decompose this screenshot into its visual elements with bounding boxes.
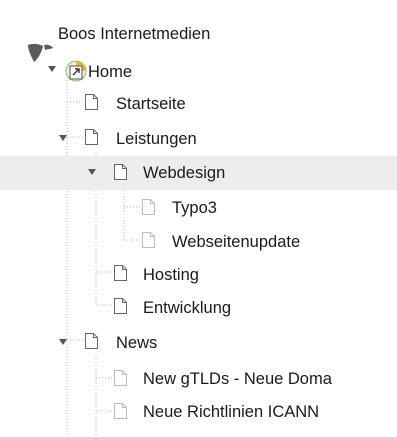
chevron-down-icon[interactable] [58, 134, 68, 142]
tree-root-label: Boos Internetmedien [58, 25, 211, 43]
tree-item-webdesign[interactable]: Webdesign [0, 156, 397, 190]
page-icon [114, 164, 127, 180]
tree-item-leistungen[interactable]: Leistungen [0, 122, 397, 156]
tree-item-label: Typo3 [172, 199, 217, 217]
tree-item-label: Startseite [116, 95, 186, 113]
tree-item-startseite[interactable]: Startseite [0, 88, 397, 122]
tree-item-label: New gTLDs - Neue Doma [143, 370, 332, 388]
page-icon [85, 333, 98, 349]
tree-item-label: Leistungen [116, 130, 197, 148]
tree-item-label: Home [88, 63, 133, 81]
page-hidden-icon [114, 370, 127, 386]
chevron-down-icon[interactable] [47, 65, 57, 73]
tree-item-label: Entwicklung [143, 299, 232, 317]
chevron-down-icon[interactable] [58, 338, 68, 346]
tree-item-new-gtlds[interactable]: New gTLDs - Neue Doma [0, 362, 397, 396]
page-icon [114, 298, 127, 314]
tree-item-hosting[interactable]: Hosting [0, 258, 397, 292]
page-hidden-icon [114, 403, 127, 419]
tree-item-typo3[interactable]: Typo3 [0, 192, 397, 226]
chevron-down-icon[interactable] [87, 168, 97, 176]
home-page-icon [65, 60, 87, 82]
tree-item-news[interactable]: News [0, 326, 397, 360]
tree-item-label: Hosting [143, 266, 199, 284]
page-icon [85, 94, 98, 110]
page-icon [85, 129, 98, 145]
tree-item-label: News [116, 334, 158, 352]
tree-item-label: Webseitenupdate [172, 233, 301, 251]
tree-item-label: Webdesign [143, 164, 226, 182]
page-hidden-icon [142, 199, 155, 215]
tree-item-entwicklung[interactable]: Entwicklung [0, 292, 397, 326]
tree-item-home[interactable]: Home [0, 54, 397, 88]
tree-root-row[interactable]: Boos Internetmedien [0, 18, 397, 62]
page-icon [114, 265, 127, 281]
page-tree: Boos Internetmedien Home Startseite Leis… [0, 0, 397, 437]
tree-item-webseitenupdate[interactable]: Webseitenupdate [0, 226, 397, 260]
tree-item-label: Neue Richtlinien ICANN [143, 403, 320, 421]
page-hidden-icon [142, 232, 155, 248]
tree-item-neue-richtlinien[interactable]: Neue Richtlinien ICANN [0, 396, 397, 430]
